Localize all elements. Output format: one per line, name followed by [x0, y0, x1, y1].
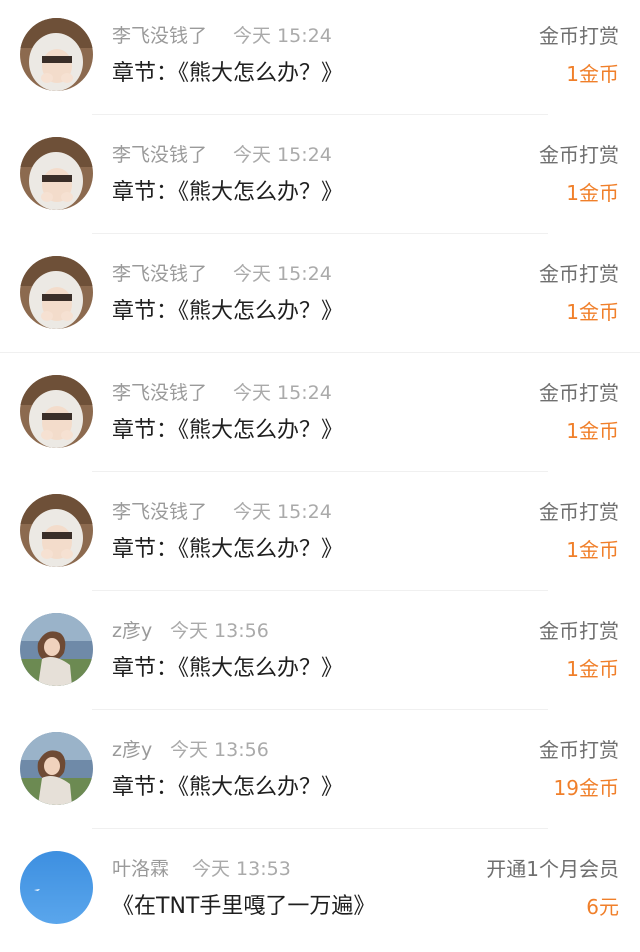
timestamp: 今天 15:24: [233, 382, 332, 404]
user-avatar[interactable]: [20, 494, 93, 567]
timestamp: 今天 13:56: [170, 739, 269, 761]
row-divider: [92, 828, 548, 829]
reward-type: 金币打赏: [539, 262, 619, 286]
painted-girl-avatar-icon: [20, 732, 93, 805]
username[interactable]: 李飞没钱了: [112, 24, 207, 48]
row-divider: [92, 471, 548, 472]
chapter-title: 章节：《熊大怎么办？》: [112, 656, 344, 681]
chapter-title: 章节：《熊大怎么办？》: [112, 775, 344, 800]
username[interactable]: 李飞没钱了: [112, 262, 207, 286]
reward-amount: 6元: [586, 895, 619, 919]
reward-type: 金币打赏: [539, 619, 619, 643]
reward-amount: 1金币: [566, 181, 619, 205]
user-avatar[interactable]: [20, 732, 93, 805]
reward-record-row[interactable]: 李飞没钱了 今天 15:24 章节：《熊大怎么办？》 金币打赏 1金币: [0, 238, 640, 357]
hooded-person-avatar-icon: [20, 375, 93, 448]
reward-record-list: 李飞没钱了 今天 15:24 章节：《熊大怎么办？》 金币打赏 1金币 李飞没钱…: [0, 0, 640, 951]
row-divider: [92, 114, 548, 115]
row-divider: [0, 352, 640, 353]
user-avatar[interactable]: [20, 18, 93, 91]
reward-amount: 1金币: [566, 538, 619, 562]
chapter-title: 章节：《熊大怎么办？》: [112, 180, 344, 205]
reward-record-row[interactable]: 李飞没钱了 今天 15:24 章节：《熊大怎么办？》 金币打赏 1金币: [0, 119, 640, 238]
username[interactable]: 李飞没钱了: [112, 143, 207, 167]
timestamp: 今天 15:24: [233, 501, 332, 523]
chapter-title: 章节：《熊大怎么办？》: [112, 299, 344, 324]
user-avatar[interactable]: [20, 375, 93, 448]
username[interactable]: 李飞没钱了: [112, 381, 207, 405]
reward-type: 金币打赏: [539, 738, 619, 762]
hooded-person-avatar-icon: [20, 256, 93, 329]
reward-record-row[interactable]: 李飞没钱了 今天 15:24 章节：《熊大怎么办？》 金币打赏 1金币: [0, 0, 640, 119]
chapter-title: 章节：《熊大怎么办？》: [112, 418, 344, 443]
reward-type: 开通1个月会员: [486, 857, 619, 881]
painted-girl-avatar-icon: [20, 613, 93, 686]
reward-type: 金币打赏: [539, 381, 619, 405]
row-divider: [92, 590, 548, 591]
reward-amount: 1金币: [566, 300, 619, 324]
user-avatar[interactable]: [20, 256, 93, 329]
blue-sky-avatar-icon: [20, 851, 93, 924]
reward-record-row[interactable]: z彦y 今天 13:56 章节：《熊大怎么办？》 金币打赏 1金币: [0, 595, 640, 714]
chapter-title: 章节：《熊大怎么办？》: [112, 61, 344, 86]
chapter-title: 《在TNT手里嘎了一万遍》: [112, 894, 376, 919]
timestamp: 今天 13:56: [170, 620, 269, 642]
username[interactable]: z彦y: [112, 738, 152, 762]
reward-amount: 1金币: [566, 419, 619, 443]
reward-type: 金币打赏: [539, 143, 619, 167]
row-divider: [92, 709, 548, 710]
reward-record-row[interactable]: z彦y 今天 13:56 章节：《熊大怎么办？》 金币打赏 19金币: [0, 714, 640, 833]
username[interactable]: 李飞没钱了: [112, 500, 207, 524]
reward-type: 金币打赏: [539, 500, 619, 524]
username[interactable]: 叶洛霖: [112, 857, 169, 881]
timestamp: 今天 15:24: [233, 25, 332, 47]
hooded-person-avatar-icon: [20, 137, 93, 210]
reward-amount: 19金币: [553, 776, 619, 800]
reward-amount: 1金币: [566, 62, 619, 86]
reward-record-row[interactable]: 李飞没钱了 今天 15:24 章节：《熊大怎么办？》 金币打赏 1金币: [0, 476, 640, 595]
reward-record-row[interactable]: 李飞没钱了 今天 15:24 章节：《熊大怎么办？》 金币打赏 1金币: [0, 357, 640, 476]
reward-type: 金币打赏: [539, 24, 619, 48]
timestamp: 今天 15:24: [233, 263, 332, 285]
chapter-title: 章节：《熊大怎么办？》: [112, 537, 344, 562]
user-avatar[interactable]: [20, 137, 93, 210]
row-divider: [92, 233, 548, 234]
hooded-person-avatar-icon: [20, 494, 93, 567]
timestamp: 今天 15:24: [233, 144, 332, 166]
username[interactable]: z彦y: [112, 619, 152, 643]
reward-amount: 1金币: [566, 657, 619, 681]
timestamp: 今天 13:53: [192, 858, 291, 880]
reward-record-row[interactable]: 叶洛霖 今天 13:53 《在TNT手里嘎了一万遍》 开通1个月会员 6元: [0, 833, 640, 952]
user-avatar[interactable]: [20, 851, 93, 924]
user-avatar[interactable]: [20, 613, 93, 686]
hooded-person-avatar-icon: [20, 18, 93, 91]
